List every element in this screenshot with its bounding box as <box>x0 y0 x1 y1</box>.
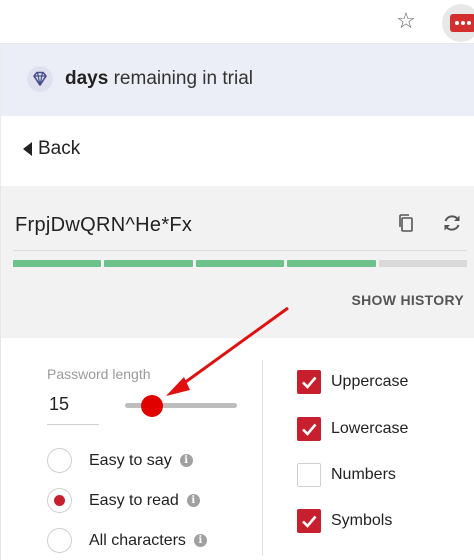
radio-button[interactable] <box>47 448 72 473</box>
info-icon[interactable]: i <box>179 454 193 467</box>
checkbox-label: Symbols <box>331 512 393 529</box>
checkbox-checked[interactable] <box>297 417 321 441</box>
radio-button[interactable] <box>47 528 72 553</box>
strength-segment <box>104 260 193 267</box>
password-strength-meter <box>13 260 468 267</box>
checkbox-uppercase[interactable]: Uppercase <box>297 370 408 394</box>
info-icon[interactable]: i <box>193 534 207 547</box>
strength-segment <box>287 260 376 267</box>
password-manager-extension-icon <box>450 14 474 32</box>
checkbox-numbers[interactable]: Numbers <box>297 463 396 487</box>
generated-password-panel: FrpjDwQRN^He*Fx SHOW HISTORY <box>0 186 474 338</box>
radio-label: All characters <box>89 531 186 549</box>
checkbox-label: Numbers <box>331 466 396 483</box>
checkbox-label: Lowercase <box>331 420 409 437</box>
checkmark-icon <box>302 423 317 436</box>
refresh-icon[interactable] <box>441 212 463 234</box>
extension-button[interactable] <box>442 4 474 42</box>
info-icon[interactable]: i <box>186 494 200 507</box>
checkbox-lowercase[interactable]: Lowercase <box>297 417 408 441</box>
copy-icon[interactable] <box>395 212 417 234</box>
radio-easy-to-read[interactable]: Easy to read i <box>47 488 200 513</box>
radio-easy-to-say[interactable]: Easy to say i <box>47 448 193 473</box>
trial-banner: days remaining in trial <box>0 44 474 116</box>
radio-all-characters[interactable]: All characters i <box>47 528 207 553</box>
browser-toolbar: ☆ <box>0 0 474 44</box>
password-length-label: Password length <box>47 366 151 382</box>
checkmark-icon <box>302 515 317 528</box>
strength-segment <box>195 260 285 267</box>
generated-password[interactable]: FrpjDwQRN^He*Fx <box>15 214 192 237</box>
diamond-icon <box>27 66 53 92</box>
generator-options: Password length 15 Easy to say i Easy to… <box>0 338 474 560</box>
back-label: Back <box>38 138 81 159</box>
password-length-underline <box>47 424 99 425</box>
radio-button-selected[interactable] <box>47 488 72 513</box>
strength-segment <box>13 260 102 267</box>
password-length-input[interactable]: 15 <box>49 394 101 415</box>
star-icon[interactable]: ☆ <box>394 10 418 34</box>
checkbox-unchecked[interactable] <box>297 463 321 487</box>
back-button[interactable]: Back <box>23 138 80 160</box>
checkbox-checked[interactable] <box>297 509 321 533</box>
strength-segment <box>378 260 468 267</box>
options-divider <box>262 360 263 556</box>
slider-handle[interactable] <box>140 395 163 417</box>
checkbox-checked[interactable] <box>297 370 321 394</box>
nav-area: Back <box>0 116 474 186</box>
back-arrow-icon <box>23 142 32 156</box>
radio-label: Easy to read <box>89 491 179 509</box>
password-divider <box>13 250 467 251</box>
checkmark-icon <box>302 376 317 389</box>
show-history-button[interactable]: SHOW HISTORY <box>352 292 465 308</box>
radio-label: Easy to say <box>89 451 172 469</box>
checkbox-symbols[interactable]: Symbols <box>297 509 392 533</box>
checkbox-label: Uppercase <box>331 373 409 390</box>
trial-message: days remaining in trial <box>65 68 253 89</box>
